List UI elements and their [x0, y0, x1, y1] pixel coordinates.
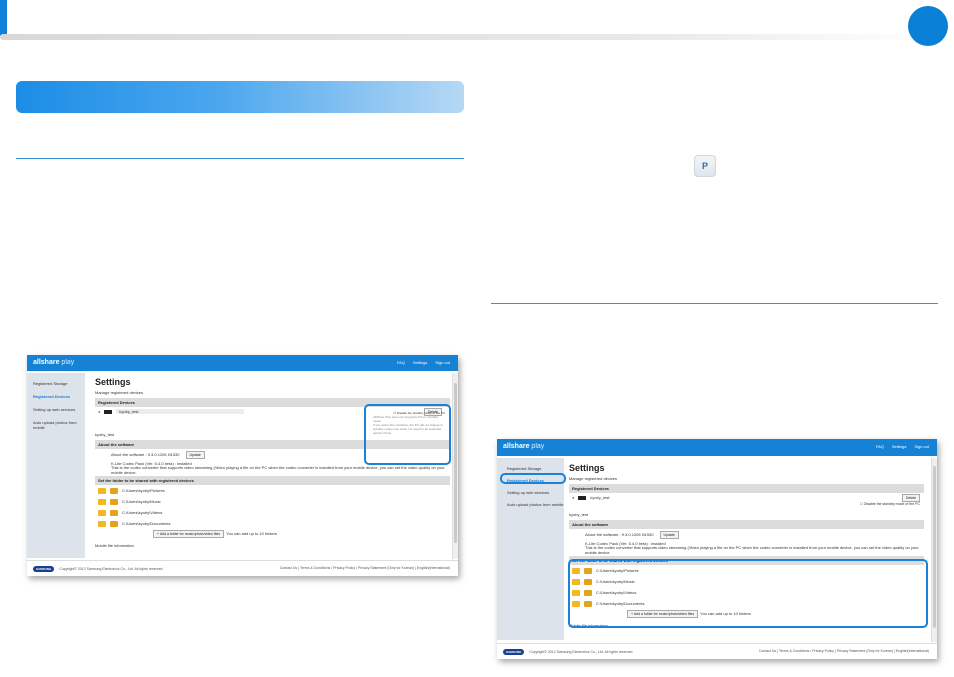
folders-bar: Set the folder to be shared with registe… — [95, 476, 450, 485]
settings-screenshot-standby: allshare play FAQ Settings Sign out Regi… — [27, 355, 458, 576]
folder-edit-icon[interactable] — [110, 520, 118, 527]
footer-link-terms[interactable]: Terms & Conditions / Privacy Policy — [300, 566, 355, 570]
sidebar-item-registered-storage[interactable]: Registered Storage — [507, 466, 564, 471]
device-name: kyoby_test — [590, 495, 610, 500]
device-heading: kyoby_test — [569, 512, 589, 517]
folder-path: C:\Users\kyoby\Videos — [122, 510, 163, 515]
footer-links: Contact Us | Terms & Conditions / Privac… — [758, 649, 929, 653]
nav-faq[interactable]: FAQ — [397, 360, 405, 365]
settings-sidebar: Registered Storage Registered Devices Se… — [497, 458, 564, 640]
allshare-logo: allshare play — [33, 359, 75, 366]
header-divider — [0, 34, 930, 40]
allshare-play-icon: P — [694, 155, 716, 177]
about-version: About the software : 9.3.0.1206 N1530 — [585, 532, 654, 537]
about-bar: About the software — [569, 520, 924, 529]
laptop-icon — [578, 495, 587, 500]
scrollbar[interactable] — [931, 458, 937, 642]
sidebar-item-web-services[interactable]: Setting up web services — [33, 407, 85, 412]
codec-note: This is the codec converter that support… — [111, 465, 445, 475]
sidebar-item-auto-upload[interactable]: Auto upload photos from mobile — [33, 420, 85, 430]
sidebar-item-registered-storage[interactable]: Registered Storage — [33, 381, 85, 386]
folder-path: C:\Users\kyoby\Pictures — [122, 488, 165, 493]
add-folder-note: You can add up to 10 folders — [226, 531, 277, 536]
folder-edit-icon[interactable] — [110, 509, 118, 516]
mobile-info-heading: Mobile file information — [95, 543, 134, 548]
online-dot-icon: ● — [98, 409, 101, 414]
standby-label: Disable the standby mode of the PC — [863, 502, 920, 506]
add-folder-row: + Add a folder for music/photo/video fil… — [95, 529, 450, 538]
folder-icon — [98, 498, 106, 505]
nav-faq[interactable]: FAQ — [876, 444, 884, 449]
laptop-icon — [104, 409, 113, 414]
footer-link-contact[interactable]: Contact Us — [759, 649, 776, 653]
page-subtitle: Manage registered devices — [95, 390, 144, 395]
folder-row[interactable]: C:\Users\kyoby\Pictures — [95, 485, 450, 496]
folder-icon — [98, 487, 106, 494]
nav-settings[interactable]: Settings — [892, 444, 906, 449]
folders-highlight-box — [568, 559, 928, 628]
folder-path: C:\Users\kyoby\Music — [122, 499, 161, 504]
footer-links: Contact Us | Terms & Conditions / Privac… — [279, 566, 450, 570]
folder-row[interactable]: C:\Users\kyoby\Documents — [95, 518, 450, 529]
copyright: Copyright© 2012 Samsung Electronics Co.,… — [59, 567, 163, 571]
footer-link-contact[interactable]: Contact Us — [280, 566, 297, 570]
folder-edit-icon[interactable] — [110, 498, 118, 505]
update-button[interactable]: Update — [659, 530, 679, 539]
scrollbar-thumb[interactable] — [454, 383, 457, 543]
registered-devices-bar: Registered Devices — [569, 484, 924, 493]
page-subtitle: Manage registered devices — [569, 476, 618, 481]
footer-language-select[interactable]: English(International) — [417, 566, 450, 570]
nav-links: FAQ Settings Sign out — [397, 360, 450, 365]
standby-highlight-box — [364, 404, 451, 465]
device-row[interactable]: ● kyoby_test Delete — [569, 493, 924, 502]
app-footer: SAMSUNG Copyright© 2012 Samsung Electron… — [27, 560, 458, 576]
update-button[interactable]: Update — [185, 450, 205, 459]
settings-screenshot-folders: allshare play FAQ Settings Sign out Regi… — [497, 439, 937, 659]
settings-sidebar: Registered Storage Registered Devices Se… — [27, 373, 85, 558]
footer-link-privacy[interactable]: Privacy Statement (Only for Korean) — [837, 649, 893, 653]
about-version: About the software : 9.3.0.1206 N1530 — [111, 452, 180, 457]
scrollbar[interactable] — [452, 373, 458, 559]
app-navbar: allshare play FAQ Settings Sign out — [497, 439, 937, 456]
nav-links: FAQ Settings Sign out — [876, 444, 929, 449]
folder-icon — [98, 509, 106, 516]
footer-language-select[interactable]: English(International) — [896, 649, 929, 653]
codec-note: This is the codec converter that support… — [585, 545, 919, 555]
sidebar-item-registered-devices[interactable]: Registered Devices — [33, 394, 85, 399]
section-banner — [16, 81, 464, 113]
device-name: kyoby_test — [116, 409, 245, 414]
footer-link-terms[interactable]: Terms & Conditions / Privacy Policy — [779, 649, 834, 653]
right-section-rule — [491, 303, 938, 304]
header-accent-bar — [0, 0, 7, 36]
nav-sign-out[interactable]: Sign out — [435, 360, 450, 365]
folder-row[interactable]: C:\Users\kyoby\Music — [95, 496, 450, 507]
sidebar-item-auto-upload[interactable]: Auto upload photos from mobile — [507, 502, 564, 507]
page-number-badge — [908, 6, 948, 46]
folder-edit-icon[interactable] — [110, 487, 118, 494]
page-title: Settings — [95, 377, 131, 387]
samsung-logo: SAMSUNG — [33, 566, 55, 572]
app-footer: SAMSUNG Copyright© 2012 Samsung Electron… — [497, 643, 937, 659]
add-folder-button[interactable]: + Add a folder for music/photo/video fil… — [153, 529, 225, 538]
nav-settings[interactable]: Settings — [413, 360, 427, 365]
online-dot-icon: ● — [572, 495, 575, 500]
copyright: Copyright© 2012 Samsung Electronics Co.,… — [529, 650, 633, 654]
registered-devices-highlight — [500, 473, 566, 484]
delete-button[interactable]: Delete — [901, 493, 920, 502]
standby-option: ☐ Disable the standby mode of the PC — [569, 502, 920, 506]
samsung-logo: SAMSUNG — [503, 649, 525, 655]
footer-link-privacy[interactable]: Privacy Statement (Only for Korean) — [358, 566, 414, 570]
standby-checkbox[interactable]: ☐ — [860, 502, 863, 506]
about-row: About the software : 9.3.0.1206 N1530 Up… — [569, 529, 924, 540]
sidebar-item-web-services[interactable]: Setting up web services — [507, 490, 564, 495]
folder-path: C:\Users\kyoby\Documents — [122, 521, 171, 526]
allshare-logo: allshare play — [503, 443, 545, 450]
left-section-rule — [16, 158, 464, 159]
nav-sign-out[interactable]: Sign out — [914, 444, 929, 449]
app-navbar: allshare play FAQ Settings Sign out — [27, 355, 458, 371]
folder-icon — [98, 520, 106, 527]
scrollbar-thumb[interactable] — [933, 466, 936, 628]
folder-row[interactable]: C:\Users\kyoby\Videos — [95, 507, 450, 518]
page-title: Settings — [569, 463, 605, 473]
